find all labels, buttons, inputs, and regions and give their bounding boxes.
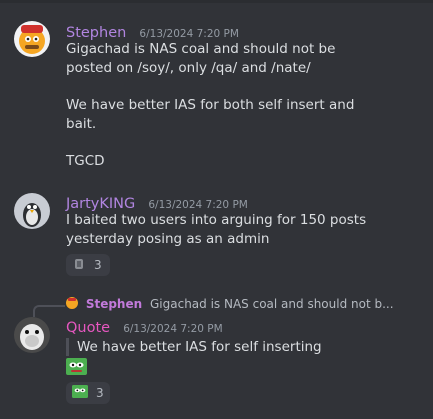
top-edge [0, 0, 433, 3]
reply-reference[interactable]: Stephen Gigachad is NAS coal and should … [66, 297, 394, 311]
reply-avatar-icon [66, 297, 82, 311]
reaction-button[interactable]: 3 [66, 382, 110, 404]
reply-preview: Gigachad is NAS coal and should not b... [150, 297, 394, 311]
message-line: TGCD [66, 153, 105, 169]
reply-username[interactable]: Stephen [86, 297, 142, 311]
pepe-icon [72, 385, 88, 401]
message-line: Gigachad is NAS coal and should not be [66, 41, 336, 57]
reply-connector [33, 305, 65, 317]
message-line: posted on /soy/, only /qa/ and /nate/ [66, 60, 311, 76]
message-line: We have better IAS for both self insert … [66, 97, 355, 113]
timestamp: 6/13/2024 7:20 PM [123, 323, 223, 335]
reaction-count: 3 [96, 386, 104, 400]
timestamp: 6/13/2024 7:20 PM [148, 199, 248, 211]
pepe-emoji[interactable] [66, 358, 87, 375]
reaction-button[interactable]: 3 [66, 254, 110, 276]
timestamp: 6/13/2024 7:20 PM [139, 28, 239, 40]
message-line: yesterday posing as an admin [66, 231, 270, 247]
avatar[interactable] [14, 193, 50, 229]
username[interactable]: Stephen [66, 25, 126, 41]
avatar[interactable] [14, 317, 50, 353]
hand-figure-icon [72, 257, 86, 274]
message-line: bait. [66, 116, 97, 132]
reaction-count: 3 [94, 258, 102, 272]
message-line: I baited two users into arguing for 150 … [66, 212, 367, 228]
avatar[interactable] [14, 21, 50, 57]
username[interactable]: Quote [66, 320, 110, 336]
username[interactable]: JartyKING [66, 196, 135, 212]
block-quote: We have better IAS for self inserting [66, 338, 322, 356]
